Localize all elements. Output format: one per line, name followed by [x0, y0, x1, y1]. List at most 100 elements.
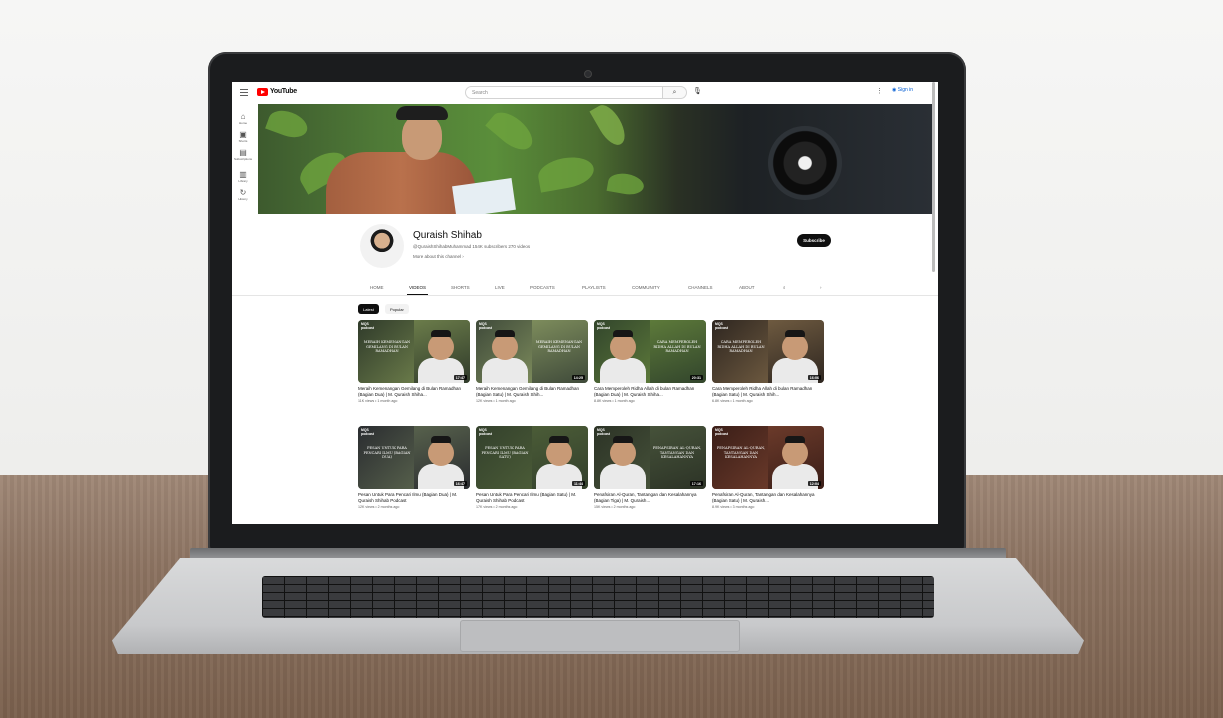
video-title[interactable]: Penafsiran Al-Quran, Tantangan dan Kesal…	[594, 492, 706, 504]
youtube-logo-icon[interactable]	[257, 88, 268, 96]
podcast-logo-icon: MQS podcast	[597, 428, 610, 436]
video-title[interactable]: Pesan Untuk Para Pencari Ilmu (Bagian Sa…	[476, 492, 588, 504]
search-input[interactable]: Search	[465, 86, 663, 99]
chip-popular[interactable]: Popular	[385, 304, 409, 314]
laptop-base	[112, 548, 1084, 668]
banner-camera-lens	[768, 126, 842, 200]
scrollbar[interactable]	[932, 82, 935, 272]
thumbnail-face	[782, 334, 808, 360]
banner-person-head	[402, 114, 442, 160]
rail-item-label: Subscriptions	[233, 157, 252, 161]
channel-more-link[interactable]: More about this channel ›	[413, 254, 464, 259]
rail-item-label: History	[238, 197, 248, 201]
rail-item-label: Home	[238, 121, 247, 125]
library-icon: ▥	[239, 170, 247, 179]
video-title[interactable]: Cara Memperoleh Ridha Allah di bulan Ram…	[712, 386, 824, 398]
video-meta: 11K views • 1 month ago	[358, 399, 398, 403]
tab-shorts[interactable]: SHORTS	[451, 285, 470, 290]
tab-community[interactable]: COMMUNITY	[632, 285, 660, 290]
video-title[interactable]: Cara Memperoleh Ridha Allah di bulan Ram…	[594, 386, 706, 398]
thumbnail-cap	[613, 330, 633, 337]
search-button[interactable]: ⌕	[663, 86, 687, 99]
banner-person-cap	[396, 106, 448, 120]
rail-item-shorts[interactable]: ▣ Shorts	[232, 130, 254, 143]
video-title[interactable]: Penafsiran Al-Quran, Tantangan dan Kesal…	[712, 492, 824, 504]
channel-avatar[interactable]	[360, 224, 404, 268]
more-options-icon[interactable]: ⋮	[876, 87, 883, 95]
rail-item-subscriptions[interactable]: ▤ Subscriptions	[232, 148, 254, 161]
menu-icon[interactable]	[240, 89, 248, 96]
thumbnail-cap	[549, 436, 569, 443]
video-duration: 12:04	[807, 481, 821, 486]
video-title[interactable]: Meraih Kemenangan Gemilang di Bulan Rama…	[358, 386, 470, 398]
video-meta: 12K views • 2 months ago	[358, 505, 400, 509]
video-thumbnail[interactable]: MQS podcast Meraih Kemenangan Gemilang di …	[358, 320, 470, 383]
tabs-chevron-right-icon[interactable]: ›	[820, 285, 822, 290]
thumbnail-person	[600, 464, 646, 489]
thumbnail-person	[600, 358, 646, 383]
channel-tabs: HOME VIDEOS SHORTS LIVE PODCASTS PLAYLISTS COM…	[232, 282, 938, 296]
tab-live[interactable]: LIVE	[495, 285, 505, 290]
thumbnail-person	[482, 358, 528, 383]
rail-item-history[interactable]: ↻ History	[232, 188, 254, 201]
video-thumbnail[interactable]: MQS podcast Pesan Untuk Para Pencari Ilmu …	[358, 426, 470, 489]
video-title[interactable]: Pesan Untuk Para Pencari Ilmu (Bagian Du…	[358, 492, 470, 504]
chip-latest[interactable]: Latest	[358, 304, 379, 314]
video-meta: 6.8K views • 1 month ago	[712, 399, 753, 403]
video-meta: 15K views • 2 months ago	[594, 505, 636, 509]
video-thumbnail[interactable]: MQS podcast Penafsiran Al-Quran, Tantangan…	[712, 426, 824, 489]
subscriptions-icon: ▤	[239, 148, 247, 157]
channel-name: Quraish Shihab	[413, 230, 482, 241]
video-meta: 8.9K views • 3 months ago	[712, 505, 755, 509]
video-thumbnail[interactable]: MQS podcast Pesan Untuk Para Pencari Ilmu …	[476, 426, 588, 489]
thumbnail-face	[428, 334, 454, 360]
podcast-logo-icon: MQS podcast	[361, 322, 374, 330]
tab-channels[interactable]: CHANNELS	[688, 285, 713, 290]
thumbnail-face	[610, 334, 636, 360]
rail-item-home[interactable]: ⌂ Home	[232, 112, 254, 125]
laptop-deck	[112, 558, 1084, 654]
thumbnail-overlay-title: Meraih Kemenangan Gemilang di Bulan Rama…	[535, 340, 583, 353]
shorts-icon: ▣	[239, 130, 247, 139]
video-meta: 17K views • 2 months ago	[476, 505, 518, 509]
trackpad	[460, 620, 740, 652]
video-thumbnail[interactable]: MQS podcast Cara Memperoleh Ridha Allah di…	[712, 320, 824, 383]
video-thumbnail[interactable]: MQS podcast Meraih Kemenangan Gemilang di …	[476, 320, 588, 383]
thumbnail-face	[428, 440, 454, 466]
subscribe-button[interactable]: Subscribe	[797, 234, 831, 247]
rail-item-label: Shorts	[238, 139, 248, 143]
channel-header: Quraish Shihab @QuraishShihabMuhammad 15…	[232, 218, 938, 278]
video-duration: 16:06	[807, 375, 821, 380]
video-duration: 20:31	[689, 375, 703, 380]
banner-person-body	[326, 152, 476, 214]
rail-item-library[interactable]: ▥ Library	[232, 170, 254, 183]
thumbnail-face	[546, 440, 572, 466]
podcast-logo-icon: MQS podcast	[715, 428, 728, 436]
channel-search-icon[interactable]: ⌕	[783, 285, 786, 290]
podcast-logo-icon: MQS podcast	[479, 322, 492, 330]
search-icon: ⌕	[672, 88, 677, 96]
video-duration: 11:44	[572, 481, 585, 486]
thumbnail-cap	[431, 330, 451, 337]
thumbnail-cap	[613, 436, 633, 443]
video-thumbnail[interactable]: MQS podcast Cara Memperoleh Ridha Allah di…	[594, 320, 706, 383]
tab-podcasts[interactable]: PODCASTS	[530, 285, 555, 290]
thumbnail-cap	[785, 330, 805, 337]
video-title[interactable]: Meraih Kemenangan Gemilang di Bulan Rama…	[476, 386, 588, 398]
webcam	[584, 70, 592, 78]
youtube-screen: YouTube Search ⌕ 🎙 ⋮ ◉ Sign in ⌂ Home ▣ Sho…	[232, 82, 938, 524]
tab-about[interactable]: ABOUT	[739, 285, 755, 290]
video-duration: 14:25	[571, 375, 585, 380]
tab-videos[interactable]: VIDEOS	[406, 285, 429, 295]
sign-in-button[interactable]: ◉ Sign in	[892, 87, 913, 93]
podcast-logo-icon: MQS podcast	[361, 428, 374, 436]
thumbnail-overlay-title: Pesan Untuk Para Pencari Ilmu (Bagian Du…	[363, 446, 411, 459]
tab-home[interactable]: HOME	[370, 285, 384, 290]
rail-item-label: Library	[238, 179, 248, 183]
video-duration: 16:47	[453, 481, 467, 486]
video-thumbnail[interactable]: MQS podcast Penafsiran Al-Quran, Tantangan…	[594, 426, 706, 489]
tab-playlists[interactable]: PLAYLISTS	[582, 285, 606, 290]
youtube-logo-text[interactable]: YouTube	[270, 88, 297, 95]
microphone-icon[interactable]: 🎙	[693, 87, 702, 95]
video-meta: 8.8K views • 1 month ago	[594, 399, 635, 403]
